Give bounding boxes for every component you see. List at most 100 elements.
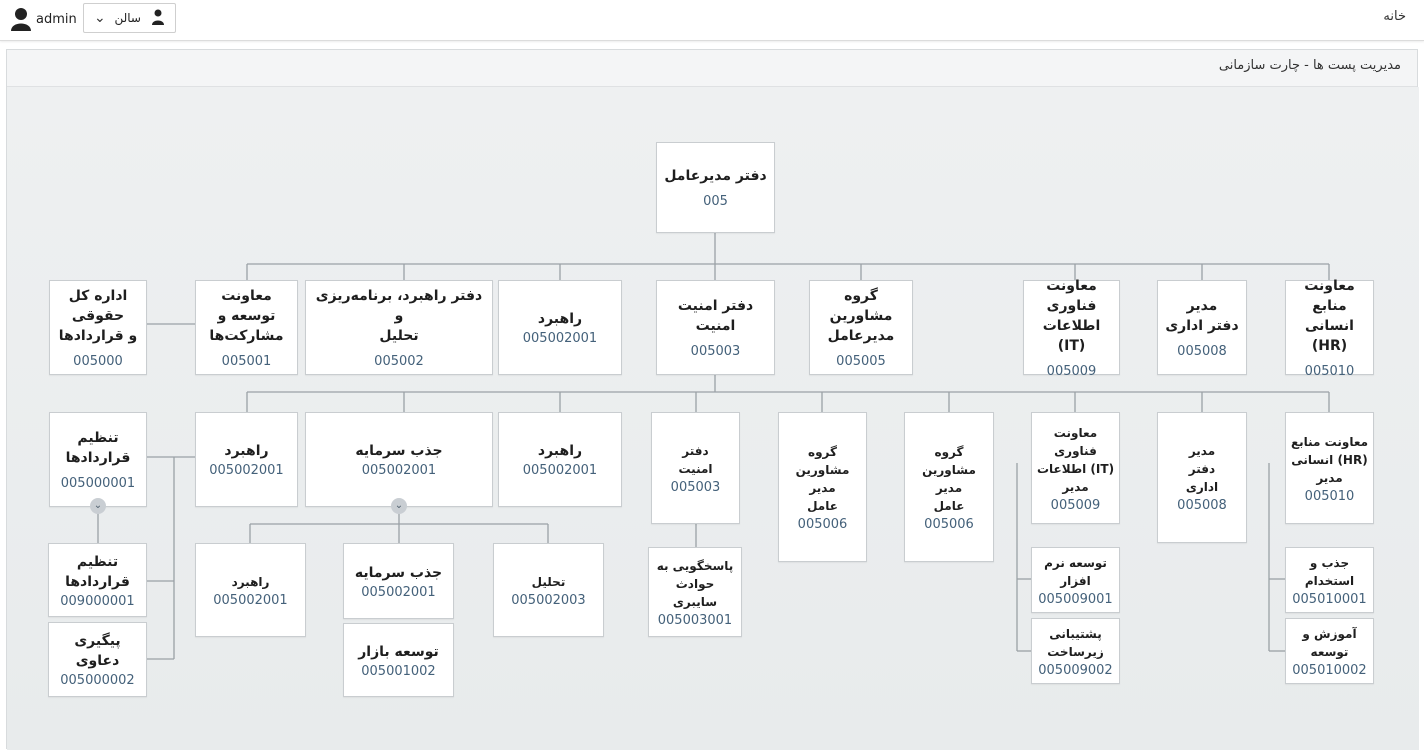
- node-title: دفتر امنیت: [678, 443, 713, 476]
- org-selector-dropdown[interactable]: ⌄ سالن: [83, 3, 176, 33]
- node-code: 005009001: [1038, 591, 1113, 607]
- node-code: 005010001: [1292, 591, 1367, 607]
- node-code: 005001002: [361, 663, 436, 679]
- org-node-it-deputy[interactable]: معاونت فناوری اطلاعات (IT) 005009: [1023, 278, 1120, 379]
- user-avatar-icon: [11, 8, 31, 31]
- node-title: معاونت فناوری اطلاعات (IT): [1042, 278, 1101, 354]
- node-title: گروه مشاورین مدیر عامل: [795, 444, 850, 513]
- node-code: 005000001: [60, 476, 136, 491]
- node-code: 005000002: [60, 673, 135, 688]
- org-chart-panel: مدیریت پست ها - چارت سازمانی دفتر مدیرعا…: [6, 49, 1419, 750]
- node-title: اداره کل حقوقی و قراردادها: [58, 288, 138, 344]
- node-code: 005003: [690, 344, 741, 359]
- org-node-hr-deputy[interactable]: معاونت منابع انسانی (HR) 005010: [1285, 278, 1374, 379]
- node-title: گروه مشاورین مدیرعامل: [827, 288, 895, 344]
- org-node-advisors-group[interactable]: گروه مشاورین مدیرعامل 005005: [809, 280, 913, 375]
- node-code: 005009: [1046, 364, 1097, 379]
- org-node-infra-support[interactable]: پشتیبانی زیرساخت 005009002: [1031, 618, 1120, 684]
- node-code: 005010: [1304, 488, 1355, 504]
- org-node-admin-office-manager[interactable]: مدیر دفتر اداری 005008: [1157, 412, 1247, 543]
- collapse-toggle-investment[interactable]: ⌄: [391, 498, 407, 514]
- node-code: 005002003: [511, 592, 586, 608]
- node-title: راهبرد: [537, 311, 583, 327]
- org-node-strategy-b[interactable]: راهبرد 005002001: [498, 412, 622, 507]
- org-node-strategy-c[interactable]: راهبرد 005002001: [195, 412, 298, 507]
- org-node-market-dev[interactable]: توسعه بازار 005001002: [343, 623, 454, 697]
- home-link[interactable]: خانه: [1383, 9, 1406, 24]
- org-node-it-manager[interactable]: معاونت فناوری اطلاعات (IT) مدیر 005009: [1031, 412, 1120, 524]
- org-node-admin-manager[interactable]: مدیر دفتر اداری 005008: [1157, 280, 1247, 375]
- org-node-development-deputy[interactable]: معاونت توسعه و مشارکت‌ها 005001: [195, 280, 298, 375]
- org-node-strategy[interactable]: راهبرد 005002001: [498, 280, 622, 375]
- node-title: جذب سرمایه: [355, 443, 443, 459]
- org-node-ceo-office[interactable]: دفتر مدیرعامل 005: [656, 142, 775, 233]
- page-title: مدیریت پست ها - چارت سازمانی: [1218, 58, 1401, 73]
- username-label: admin: [36, 11, 77, 27]
- node-code: 005000: [73, 354, 123, 369]
- org-node-strategy-sub[interactable]: راهبرد 005002001: [195, 543, 306, 637]
- node-title: توسعه نرم افزار: [1044, 555, 1107, 588]
- node-title: راهبرد: [537, 443, 583, 459]
- node-code: 005002001: [213, 592, 288, 608]
- org-node-contracts-sub[interactable]: تنظیم قراردادها 009000001: [48, 543, 147, 617]
- node-title: مدیر دفتر اداری: [1185, 444, 1219, 494]
- org-node-strategy-office[interactable]: دفتر راهبرد، برنامه‌ریزی و تحلیل 005002: [305, 280, 493, 375]
- node-code: 005008: [1177, 344, 1227, 359]
- panel-header: مدیریت پست ها - چارت سازمانی: [7, 50, 1417, 87]
- org-node-contracts[interactable]: تنظیم قراردادها 005000001: [49, 412, 147, 507]
- org-node-hr-manager[interactable]: معاونت منابع انسانی (HR) مدیر 005010: [1285, 412, 1374, 524]
- node-code: 005002001: [209, 463, 284, 478]
- node-code: 005002: [374, 354, 424, 369]
- node-title: توسعه بازار: [358, 643, 439, 660]
- node-code: 005009002: [1038, 662, 1113, 678]
- node-title: پیگیری دعاوی: [74, 633, 121, 669]
- node-title: راهبرد: [224, 443, 269, 459]
- org-node-investment-sub[interactable]: جذب سرمایه 005002001: [343, 543, 454, 619]
- org-node-software-dev[interactable]: توسعه نرم افزار 005009001: [1031, 547, 1120, 613]
- org-node-training[interactable]: آموزش و توسعه 005010002: [1285, 618, 1374, 684]
- org-node-security-office[interactable]: دفتر امنیت امنیت 005003: [656, 280, 775, 375]
- node-code: 005010002: [1292, 662, 1367, 678]
- node-code: 005005: [836, 354, 886, 369]
- node-code: 005006: [797, 516, 848, 532]
- org-node-security-office-sub[interactable]: دفتر امنیت 005003: [651, 412, 740, 524]
- node-code: 005: [703, 194, 728, 209]
- node-title: پشتیبانی زیرساخت: [1047, 626, 1104, 659]
- node-code: 005008: [1177, 498, 1227, 513]
- chevron-down-icon: ⌄: [93, 500, 103, 511]
- org-node-lawsuits[interactable]: پیگیری دعاوی 005000002: [48, 622, 147, 697]
- node-title: دفتر امنیت امنیت: [677, 298, 754, 334]
- collapse-toggle-contracts[interactable]: ⌄: [90, 498, 106, 514]
- org-selector-value: سالن: [114, 11, 141, 25]
- node-title: پاسخگویی به حوادث سایبری: [656, 558, 734, 609]
- node-code: 005002001: [522, 331, 598, 346]
- org-node-advisors-group-b[interactable]: گروه مشاورین مدیر عامل 005006: [904, 412, 994, 562]
- org-node-analysis[interactable]: تحلیل 005002003: [493, 543, 604, 637]
- org-node-investment[interactable]: جذب سرمایه 005002001: [305, 412, 493, 507]
- node-code: 005009: [1050, 497, 1101, 513]
- org-node-advisors-group-a[interactable]: گروه مشاورین مدیر عامل 005006: [778, 412, 867, 562]
- top-navbar: خانه ⌄ سالن admin: [0, 0, 1424, 41]
- node-code: 005010: [1304, 364, 1355, 379]
- node-title: مدیر دفتر اداری: [1165, 298, 1239, 334]
- node-title: معاونت منابع انسانی (HR) مدیر: [1290, 434, 1369, 485]
- node-title: معاونت منابع انسانی (HR): [1304, 278, 1355, 354]
- user-menu[interactable]: admin: [10, 6, 77, 32]
- node-title: جذب و استخدام: [1304, 555, 1355, 588]
- node-title: دفتر مدیرعامل: [664, 168, 767, 184]
- node-title: معاونت فناوری اطلاعات (IT) مدیر: [1036, 425, 1115, 494]
- org-node-legal-department[interactable]: اداره کل حقوقی و قراردادها 005000: [49, 280, 147, 375]
- node-code: 005003001: [657, 612, 733, 628]
- node-code: 009000001: [60, 593, 135, 609]
- org-node-recruitment[interactable]: جذب و استخدام 005010001: [1285, 547, 1374, 613]
- node-title: آموزش و توسعه: [1302, 626, 1357, 659]
- node-title: معاونت توسعه و مشارکت‌ها: [209, 288, 284, 344]
- node-title: تنظیم قراردادها: [65, 553, 130, 590]
- node-title: تحلیل: [531, 574, 566, 589]
- node-code: 005001: [221, 354, 272, 369]
- org-node-incident-response[interactable]: پاسخگویی به حوادث سایبری 005003001: [648, 547, 742, 637]
- person-icon: [152, 9, 164, 25]
- node-code: 005002001: [522, 463, 598, 478]
- node-title: جذب سرمایه: [354, 564, 443, 581]
- node-title: دفتر راهبرد، برنامه‌ریزی و تحلیل: [315, 288, 483, 344]
